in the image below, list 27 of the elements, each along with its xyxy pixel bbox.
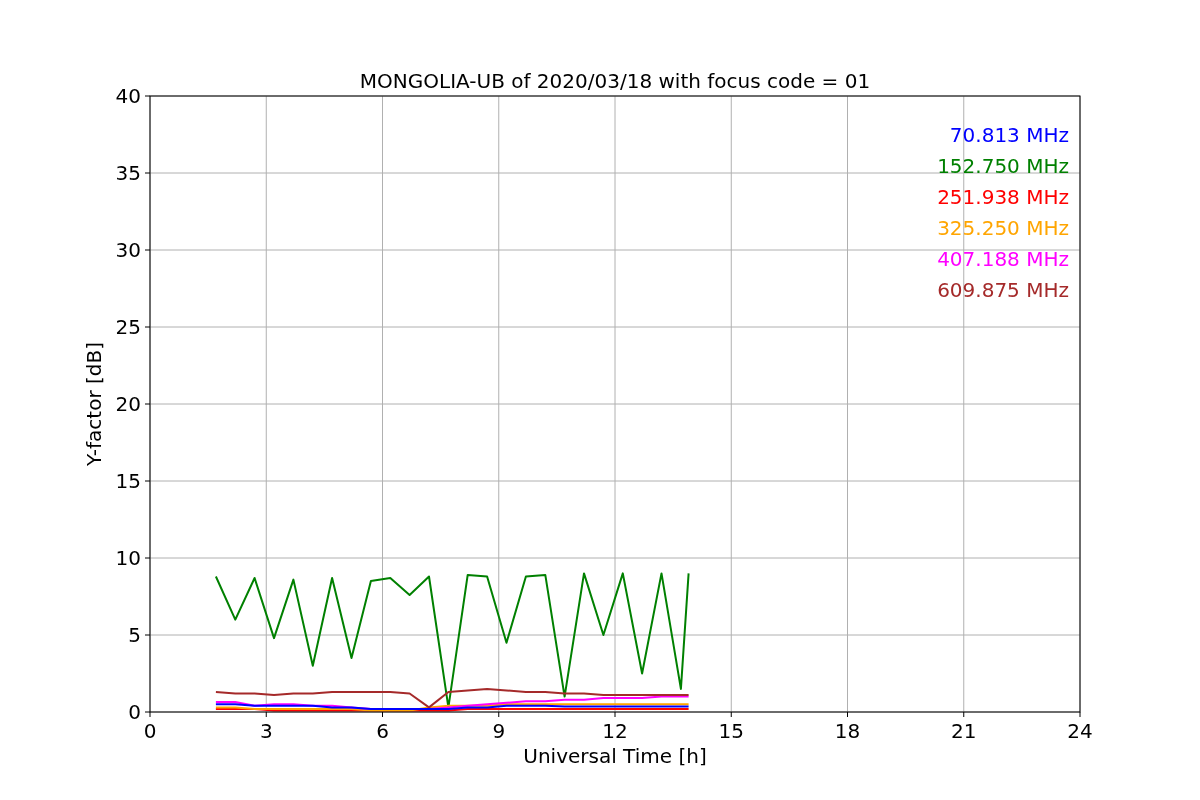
legend-label: 152.750 MHz	[937, 154, 1069, 178]
y-tick-label: 15	[115, 469, 141, 493]
x-tick-label: 21	[951, 719, 977, 743]
legend-label: 407.188 MHz	[937, 247, 1069, 271]
x-tick-label: 12	[602, 719, 628, 743]
x-tick-label: 15	[718, 719, 744, 743]
y-tick-label: 20	[115, 392, 141, 416]
y-tick-label: 5	[128, 623, 141, 647]
y-tick-label: 35	[115, 161, 141, 185]
legend-label: 70.813 MHz	[949, 123, 1069, 147]
x-tick-label: 18	[834, 719, 861, 743]
chart-title: MONGOLIA-UB of 2020/03/18 with focus code = 01	[359, 69, 871, 93]
x-axis-label: Universal Time [h]	[523, 744, 707, 768]
y-tick-label: 25	[115, 315, 141, 339]
legend-label: 325.250 MHz	[937, 216, 1069, 240]
y-tick-label: 0	[128, 700, 141, 724]
legend-label: 609.875 MHz	[937, 278, 1069, 302]
x-tick-label: 3	[259, 719, 273, 743]
y-tick-label: 10	[115, 546, 141, 570]
y-tick-label: 40	[115, 84, 141, 108]
y-axis-label: Y-factor [dB]	[82, 342, 106, 466]
y-tick-label: 30	[115, 238, 141, 262]
legend-label: 251.938 MHz	[937, 185, 1069, 209]
x-tick-label: 24	[1067, 719, 1093, 743]
x-tick-label: 0	[143, 719, 157, 743]
x-tick-label: 6	[376, 719, 389, 743]
x-tick-label: 9	[492, 719, 506, 743]
